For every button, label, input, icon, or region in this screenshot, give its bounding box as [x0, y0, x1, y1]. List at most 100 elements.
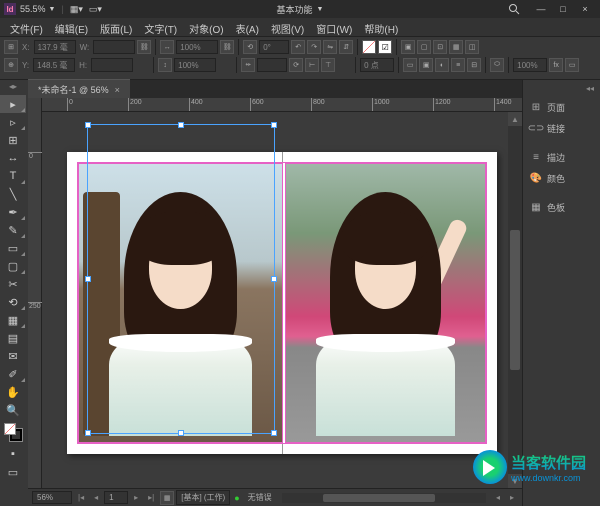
vertical-scrollbar[interactable]: ▲ ▼: [508, 112, 522, 488]
opacity-field[interactable]: [513, 58, 547, 72]
shear-field[interactable]: [257, 58, 287, 72]
tab-close-icon[interactable]: ×: [115, 85, 120, 95]
fit-content-icon[interactable]: ▣: [401, 40, 415, 54]
selection-handle[interactable]: [271, 122, 277, 128]
menu-file[interactable]: 文件(F): [4, 18, 49, 36]
horizontal-scrollbar[interactable]: [282, 493, 486, 503]
color-picker[interactable]: [0, 419, 28, 445]
wrap-shape-icon[interactable]: ◐: [435, 58, 449, 72]
flip-v-icon[interactable]: ⇵: [339, 40, 353, 54]
center-content-icon[interactable]: ⊡: [433, 40, 447, 54]
rotate-ccw-icon[interactable]: ↶: [291, 40, 305, 54]
wrap-jump-icon[interactable]: ≡: [451, 58, 465, 72]
flip-h-icon[interactable]: ⇋: [323, 40, 337, 54]
panel-pages[interactable]: ⊞ 页面: [523, 97, 600, 118]
menu-type[interactable]: 文字(T): [138, 18, 183, 36]
corner-options-icon[interactable]: ⬭: [490, 58, 504, 72]
rotate-cw-icon[interactable]: ↷: [307, 40, 321, 54]
panel-links[interactable]: ⊂⊃ 链接: [523, 118, 600, 139]
wrap-col-icon[interactable]: ⊟: [467, 58, 481, 72]
menu-view[interactable]: 视图(V): [265, 18, 310, 36]
menu-table[interactable]: 表(A): [230, 18, 265, 36]
zoom-field[interactable]: [32, 491, 72, 504]
menu-edit[interactable]: 编辑(E): [49, 18, 94, 36]
link-scale-icon[interactable]: ⛓: [220, 40, 234, 54]
gradient-feather-tool[interactable]: ▤: [0, 329, 26, 347]
minimize-button[interactable]: —: [530, 2, 552, 16]
scroll-thumb[interactable]: [323, 494, 435, 502]
scale-y-field[interactable]: [174, 58, 216, 72]
eyedropper-tool[interactable]: ✐: [0, 365, 26, 383]
link-wh-icon[interactable]: ⛓: [137, 40, 151, 54]
selection-handle[interactable]: [271, 430, 277, 436]
direct-selection-tool[interactable]: ▹: [0, 113, 26, 131]
gap-tool[interactable]: ↔: [0, 149, 26, 167]
page-tool[interactable]: ⊞: [0, 131, 26, 149]
scale-x-field[interactable]: [176, 40, 218, 54]
ruler-origin[interactable]: [28, 98, 42, 112]
selection-handle[interactable]: [271, 276, 277, 282]
open-bridge-icon[interactable]: ▦: [160, 491, 174, 505]
align-v-icon[interactable]: ⊤: [321, 58, 335, 72]
rotate-field[interactable]: [259, 40, 289, 54]
preflight-status[interactable]: 无错误: [244, 491, 276, 504]
selection-tool[interactable]: ▸: [0, 95, 26, 113]
horizontal-ruler[interactable]: 0 200 400 600 800 1000 1200 1400: [28, 98, 522, 112]
line-tool[interactable]: ╲: [0, 185, 26, 203]
y-field[interactable]: [33, 58, 75, 72]
fit-frame-icon[interactable]: ▢: [417, 40, 431, 54]
note-tool[interactable]: ✉: [0, 347, 26, 365]
fill-swatch[interactable]: [362, 40, 376, 54]
zoom-chevron-icon[interactable]: ▼: [46, 6, 56, 13]
first-page-button[interactable]: |◂: [74, 493, 88, 502]
fill-color[interactable]: [4, 423, 16, 435]
menu-layout[interactable]: 版面(L): [94, 18, 138, 36]
fx-button[interactable]: fx: [549, 58, 563, 72]
view-mode-icon[interactable]: ▭: [0, 463, 26, 481]
maximize-button[interactable]: □: [552, 2, 574, 16]
page-spread[interactable]: [67, 152, 497, 454]
clear-transform-icon[interactable]: ⟳: [289, 58, 303, 72]
scroll-right-button[interactable]: ▸: [506, 493, 518, 502]
search-icon[interactable]: [508, 3, 520, 15]
type-tool[interactable]: T: [0, 167, 26, 185]
scroll-up-button[interactable]: ▲: [508, 112, 522, 126]
selection-handle[interactable]: [178, 430, 184, 436]
selection-handle[interactable]: [85, 430, 91, 436]
canvas-viewport[interactable]: [42, 112, 508, 488]
fit-prop-icon[interactable]: ◫: [465, 40, 479, 54]
wrap-none-icon[interactable]: ▭: [403, 58, 417, 72]
panel-color[interactable]: 🎨 颜色: [523, 168, 600, 189]
menu-object[interactable]: 对象(O): [183, 18, 229, 36]
preflight-profile[interactable]: [基本] (工作): [176, 490, 230, 505]
free-transform-tool[interactable]: ⟲: [0, 293, 26, 311]
page-number-field[interactable]: [104, 491, 128, 504]
h-field[interactable]: [91, 58, 133, 72]
scissors-tool[interactable]: ✂: [0, 275, 26, 293]
selection-handle[interactable]: [85, 276, 91, 282]
bridge-icon[interactable]: ▦▾: [64, 4, 83, 15]
panel-collapse-icon[interactable]: ◂◂: [523, 84, 600, 97]
reference-point-icon[interactable]: ⊞: [4, 40, 18, 54]
menu-window[interactable]: 窗口(W): [310, 18, 358, 36]
zoom-tool[interactable]: 🔍: [0, 401, 26, 419]
scroll-thumb[interactable]: [510, 230, 520, 369]
selection-handle[interactable]: [85, 122, 91, 128]
close-button[interactable]: ×: [574, 2, 596, 16]
toolbox-cycle-icon[interactable]: ◂▸: [0, 82, 26, 95]
workspace-switcher[interactable]: 基本功能 ▼: [277, 3, 324, 16]
panel-stroke[interactable]: ≡ 描边: [523, 147, 600, 168]
apply-color-icon[interactable]: ▪: [0, 445, 26, 463]
panel-swatches[interactable]: ▦ 色板: [523, 197, 600, 218]
pen-tool[interactable]: ✒: [0, 203, 26, 221]
fill-frame-icon[interactable]: ▦: [449, 40, 463, 54]
screen-mode-icon[interactable]: ▭: [565, 58, 579, 72]
last-page-button[interactable]: ▸|: [144, 493, 158, 502]
document-tab[interactable]: *未命名-1 @ 56% ×: [28, 79, 130, 98]
rect-tool[interactable]: ▢: [0, 257, 26, 275]
rect-frame-tool[interactable]: ▭: [0, 239, 26, 257]
align-h-icon[interactable]: ⊢: [305, 58, 319, 72]
stroke-weight-field[interactable]: [360, 58, 394, 72]
scroll-left-button[interactable]: ◂: [492, 493, 504, 502]
gradient-swatch-tool[interactable]: ▦: [0, 311, 26, 329]
